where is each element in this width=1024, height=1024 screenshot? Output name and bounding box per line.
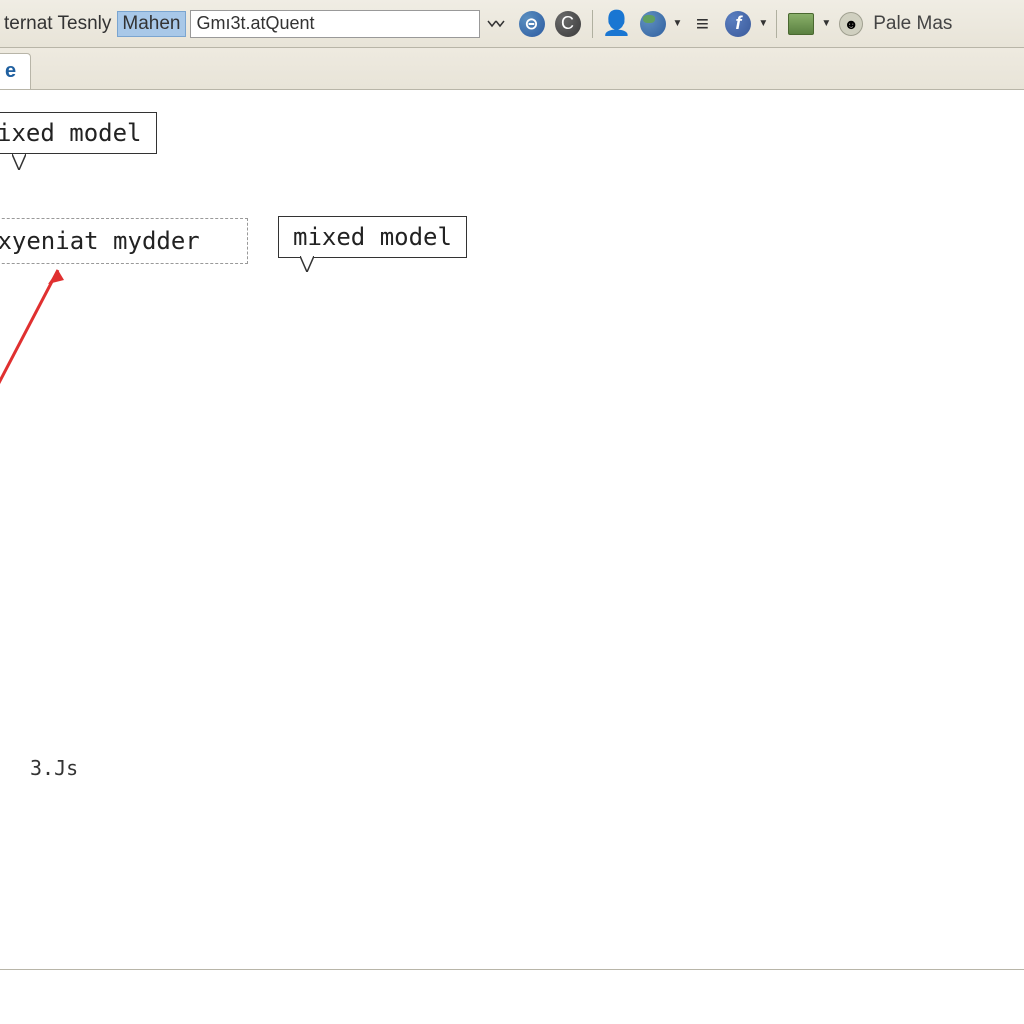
browser-label: Pale Mas [873, 13, 952, 35]
chevron-down-icon-2[interactable]: ▼ [758, 18, 768, 29]
bottom-border [0, 969, 1024, 970]
toolbar-prefix-text: ternat Tesnly [4, 13, 111, 35]
annotation-arrow-icon [0, 260, 80, 400]
facebook-icon[interactable]: f [724, 10, 752, 38]
toolbar-divider [592, 10, 593, 38]
stop-icon[interactable]: ⊝ [518, 10, 546, 38]
frames-icon[interactable]: ≡ [688, 10, 716, 38]
dropdown-arrow-icon[interactable] [484, 16, 508, 32]
reload-icon[interactable]: C [554, 10, 582, 38]
text-input[interactable] [0, 218, 248, 264]
address-input[interactable] [190, 10, 480, 38]
tooltip-tail-icon-2 [300, 256, 314, 272]
face-icon[interactable]: ☻ [837, 10, 865, 38]
tab-active[interactable]: e [0, 53, 31, 89]
tooltip-box-2: mixed model [278, 216, 467, 258]
toolbar-divider-2 [776, 10, 777, 38]
tooltip-box-1: ixed model [0, 112, 157, 154]
chevron-down-icon-3[interactable]: ▼ [821, 18, 831, 29]
selected-text[interactable]: Mahen [117, 11, 185, 37]
tab-bar: e [0, 48, 1024, 90]
content-area: ixed model mixed model 3.Js [0, 90, 1024, 990]
tooltip-tail-icon [12, 154, 26, 170]
chevron-down-icon[interactable]: ▼ [673, 18, 683, 29]
monitor-icon[interactable] [787, 10, 815, 38]
globe-icon[interactable] [639, 10, 667, 38]
footer-text: 3.Js [30, 756, 78, 780]
person-icon[interactable]: 👤 [603, 10, 631, 38]
main-toolbar: ternat Tesnly Mahen ⊝ C 👤 ▼ ≡ f ▼ ▼ ☻ Pa… [0, 0, 1024, 48]
